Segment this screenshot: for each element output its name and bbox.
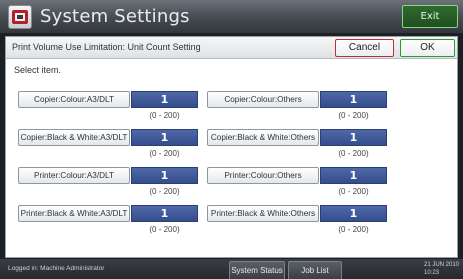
- system-status-button[interactable]: System Status: [229, 261, 285, 279]
- setting-item: Copier:Black & White:A3/DLT 1 (0 - 200): [18, 129, 198, 163]
- cancel-button[interactable]: Cancel: [335, 39, 394, 57]
- setting-value-field[interactable]: 1: [131, 167, 198, 184]
- exit-button[interactable]: Exit: [402, 5, 458, 28]
- setting-label-button[interactable]: Copier:Black & White:Others: [207, 129, 319, 146]
- setting-item: Printer:Black & White:Others 1 (0 - 200): [207, 205, 387, 239]
- setting-range: (0 - 200): [149, 225, 180, 234]
- setting-value-field[interactable]: 1: [320, 205, 387, 222]
- setting-item: Printer:Colour:Others 1 (0 - 200): [207, 167, 387, 201]
- title-bar: System Settings Exit: [0, 0, 463, 34]
- time-text: 10:23: [424, 270, 440, 276]
- setting-range: (0 - 200): [338, 187, 369, 196]
- setting-range: (0 - 200): [338, 111, 369, 120]
- setting-range: (0 - 200): [149, 149, 180, 158]
- setting-value-field[interactable]: 1: [320, 91, 387, 108]
- setting-label-button[interactable]: Printer:Colour:A3/DLT: [18, 167, 130, 184]
- panel-header: Print Volume Use Limitation: Unit Count …: [6, 37, 457, 59]
- logged-in-status: Logged in: Machine Administrator: [8, 265, 105, 272]
- setting-label-button[interactable]: Printer:Black & White:Others: [207, 205, 319, 222]
- setting-item: Printer:Colour:A3/DLT 1 (0 - 200): [18, 167, 198, 201]
- setting-item: Copier:Colour:Others 1 (0 - 200): [207, 91, 387, 125]
- setting-value-field[interactable]: 1: [320, 129, 387, 146]
- setting-range: (0 - 200): [149, 111, 180, 120]
- setting-value-field[interactable]: 1: [320, 167, 387, 184]
- setting-value-field[interactable]: 1: [131, 129, 198, 146]
- window-title: System Settings: [40, 6, 190, 27]
- setting-item: Copier:Black & White:Others 1 (0 - 200): [207, 129, 387, 163]
- setting-label-button[interactable]: Copier:Colour:Others: [207, 91, 319, 108]
- setting-item: Printer:Black & White:A3/DLT 1 (0 - 200): [18, 205, 198, 239]
- settings-tool-icon: [8, 5, 32, 29]
- setting-item: Copier:Colour:A3/DLT 1 (0 - 200): [18, 91, 198, 125]
- page-title: Print Volume Use Limitation: Unit Count …: [12, 42, 201, 52]
- setting-range: (0 - 200): [149, 187, 180, 196]
- ok-button[interactable]: OK: [400, 39, 455, 57]
- date-text: 21 JUN 2010: [424, 262, 460, 268]
- setting-range: (0 - 200): [338, 225, 369, 234]
- instruction-text: Select item.: [14, 65, 62, 75]
- setting-value-field[interactable]: 1: [131, 91, 198, 108]
- main-panel: Print Volume Use Limitation: Unit Count …: [5, 36, 458, 258]
- job-list-button[interactable]: Job List: [288, 261, 342, 279]
- clock: 21 JUN 2010 10:23: [424, 261, 460, 277]
- setting-label-button[interactable]: Copier:Black & White:A3/DLT: [18, 129, 130, 146]
- setting-label-button[interactable]: Copier:Colour:A3/DLT: [18, 91, 130, 108]
- status-bar: Logged in: Machine Administrator System …: [0, 259, 463, 279]
- setting-label-button[interactable]: Printer:Black & White:A3/DLT: [18, 205, 130, 222]
- setting-range: (0 - 200): [338, 149, 369, 158]
- setting-label-button[interactable]: Printer:Colour:Others: [207, 167, 319, 184]
- setting-value-field[interactable]: 1: [131, 205, 198, 222]
